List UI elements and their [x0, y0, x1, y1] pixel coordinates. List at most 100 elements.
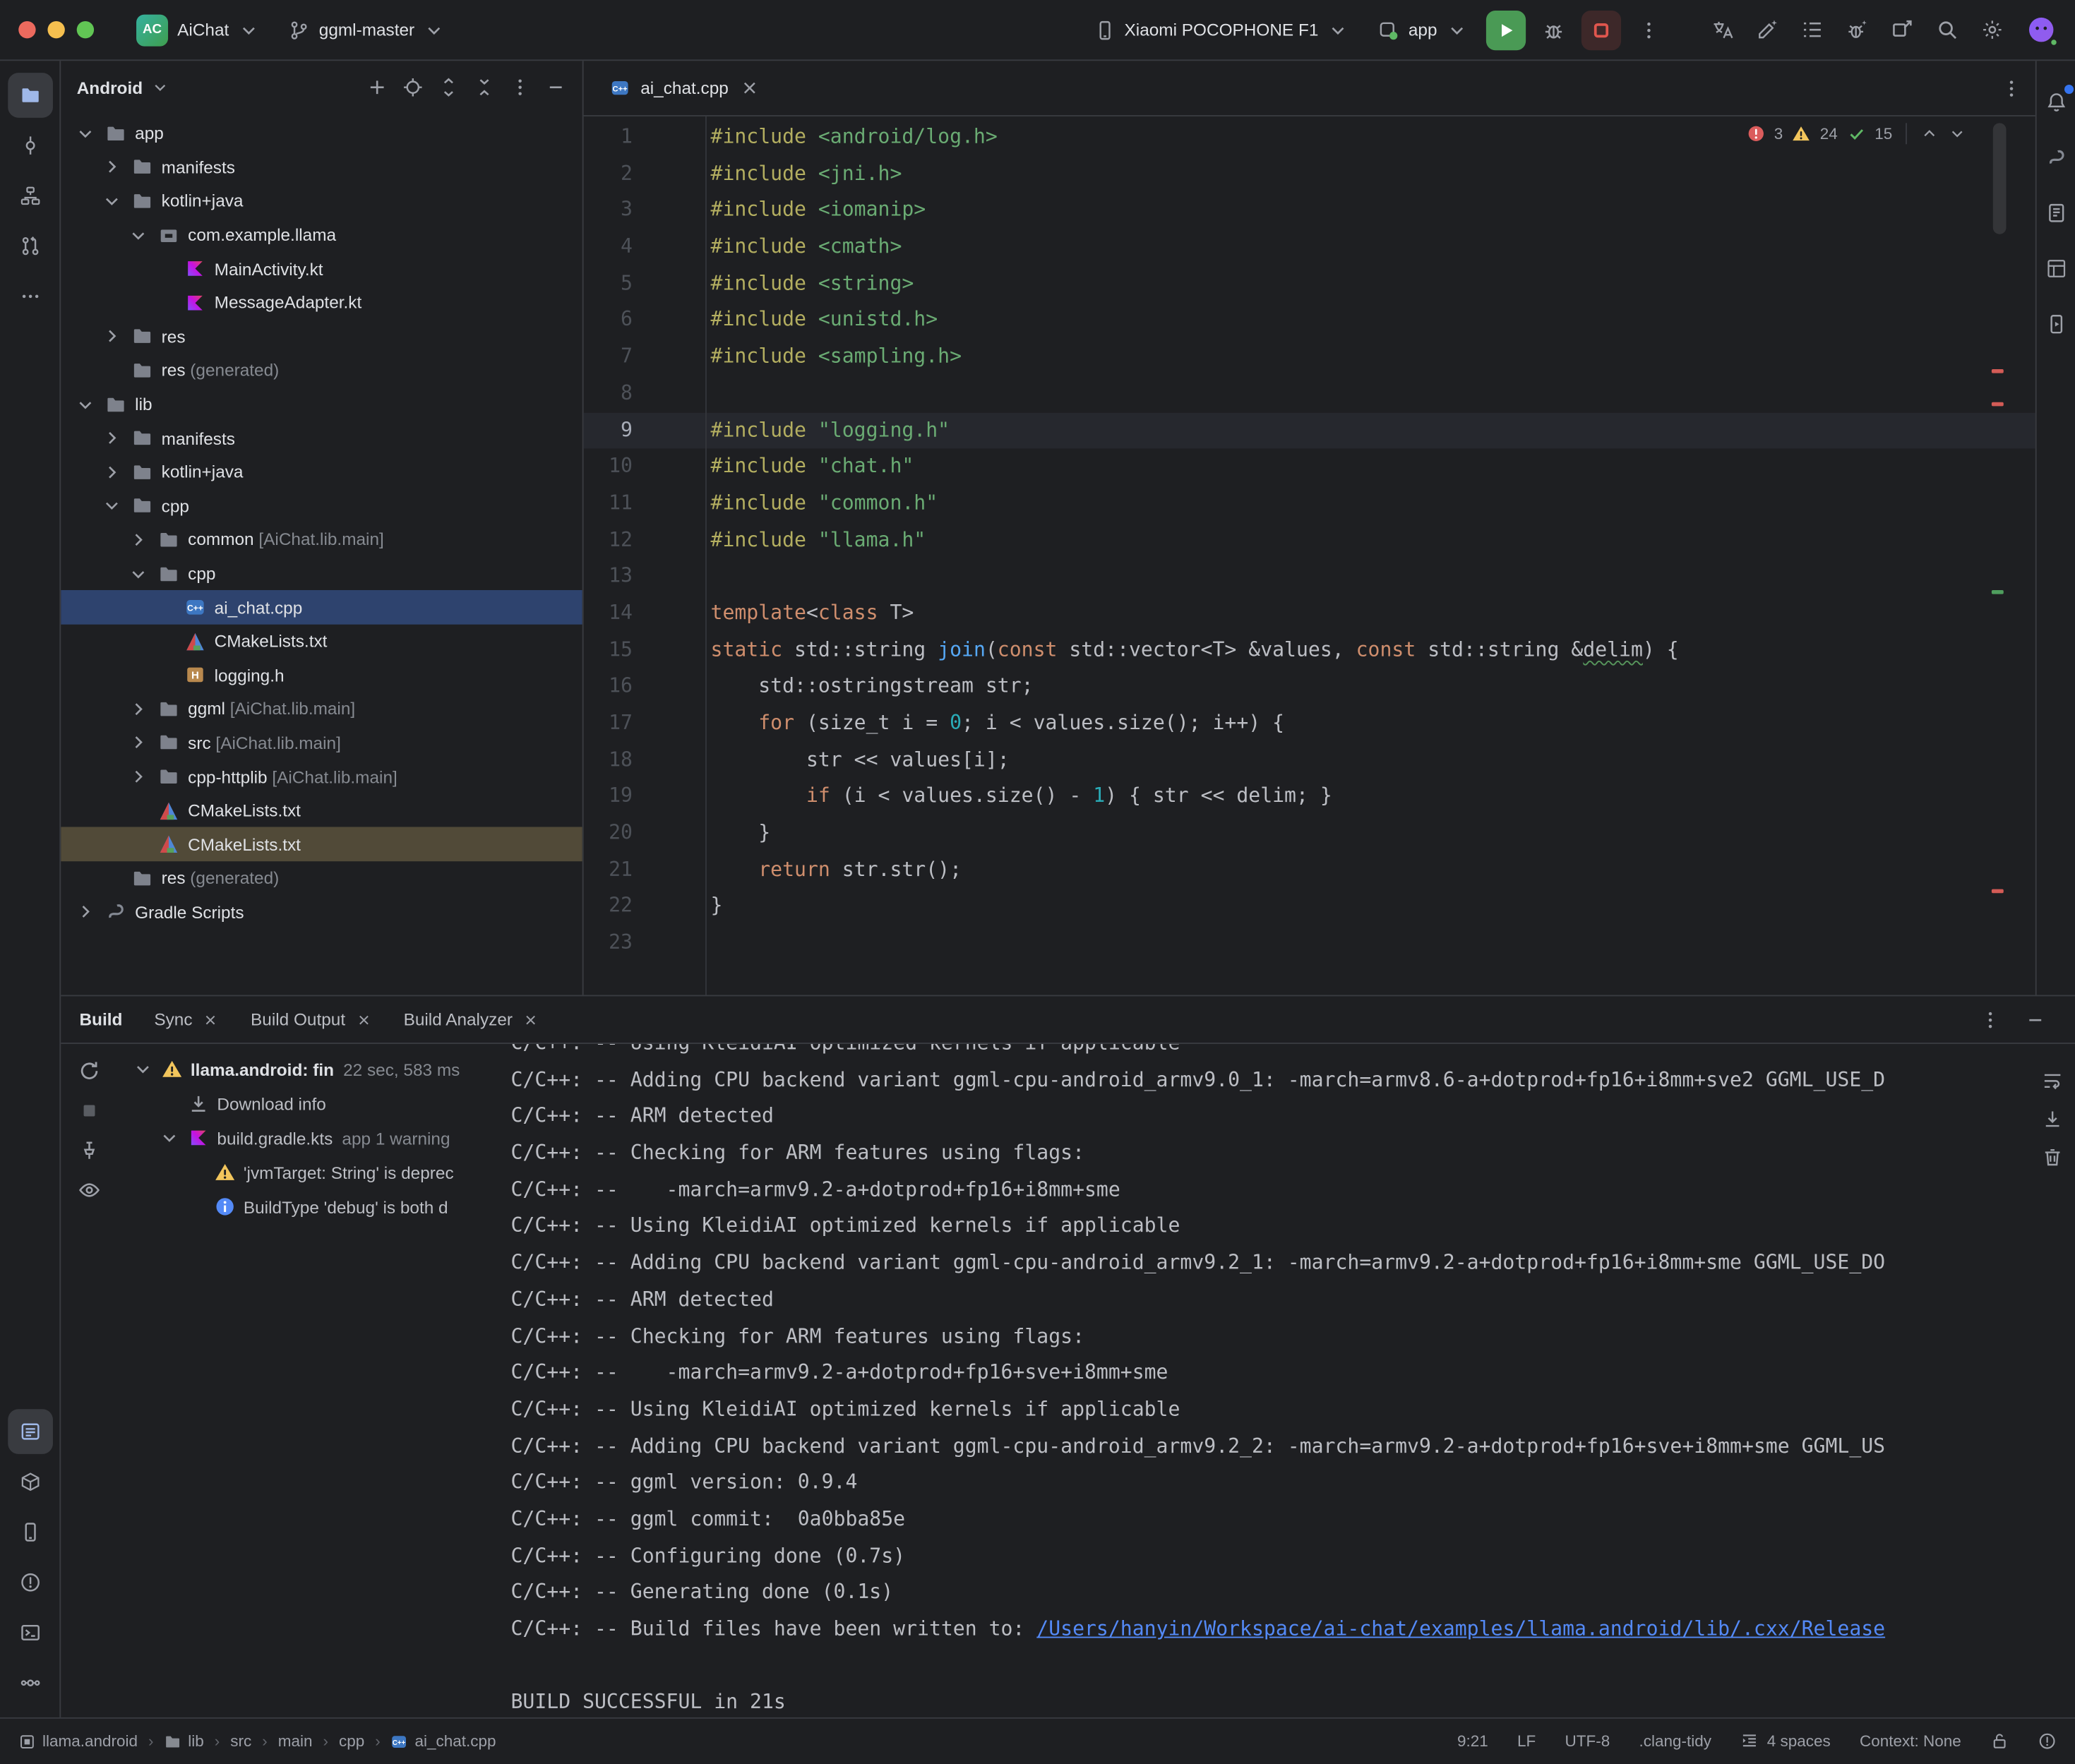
line-number[interactable]: 10: [584, 449, 633, 486]
code-line[interactable]: 9#include "logging.h": [584, 412, 2035, 449]
chevron-down-icon[interactable]: [127, 563, 150, 584]
refresh-button[interactable]: [78, 1060, 100, 1082]
code-line[interactable]: 2#include <jni.h>: [584, 156, 2035, 193]
code-line[interactable]: 7#include <sampling.h>: [584, 339, 2035, 376]
tree-item-ggml[interactable]: ggml [AiChat.lib.main]: [61, 692, 582, 726]
device-manager-button[interactable]: [7, 1510, 52, 1555]
editor-tab-options-button[interactable]: [2001, 78, 2022, 99]
code-line[interactable]: 5#include <string>: [584, 265, 2035, 302]
notifications-button[interactable]: [2040, 86, 2071, 118]
tree-item-res[interactable]: res (generated): [61, 354, 582, 388]
tree-item-res[interactable]: res: [61, 320, 582, 354]
settings-button[interactable]: [1981, 18, 2004, 41]
build-tab-sync[interactable]: Sync: [154, 1009, 219, 1029]
status-lf[interactable]: LF: [1517, 1732, 1536, 1751]
chevron-down-icon[interactable]: [132, 1058, 153, 1079]
structure-button[interactable]: [7, 174, 52, 219]
tree-item-gradle-scripts[interactable]: Gradle Scripts: [61, 895, 582, 929]
chevron-right-icon[interactable]: [127, 529, 150, 551]
previous-problem-icon[interactable]: [1920, 124, 1939, 143]
tree-item-cmakelists-txt[interactable]: CMakeLists.txt: [61, 827, 582, 861]
chevron-right-icon[interactable]: [100, 428, 123, 449]
status-lock-open[interactable]: [1990, 1732, 2009, 1751]
tree-item-res[interactable]: res (generated): [61, 861, 582, 895]
logcat-button[interactable]: [7, 1409, 52, 1454]
status-4-spaces[interactable]: 4 spaces: [1740, 1732, 1831, 1751]
chevron-right-icon[interactable]: [100, 157, 123, 178]
ai-mascot-button[interactable]: [2026, 15, 2057, 45]
hide-button[interactable]: [545, 77, 566, 98]
task-list-button[interactable]: [1801, 18, 1824, 41]
code-line[interactable]: 13: [584, 558, 2035, 595]
line-number[interactable]: 4: [584, 229, 633, 265]
breadcrumb-ai-chat-cpp[interactable]: C++ai_chat.cpp: [391, 1732, 496, 1751]
status-context-none[interactable]: Context: None: [1860, 1732, 1961, 1751]
line-number[interactable]: 19: [584, 779, 633, 815]
tree-item-manifests[interactable]: manifests: [61, 421, 582, 455]
line-number[interactable]: 14: [584, 595, 633, 632]
tree-item-cmakelists-txt[interactable]: CMakeLists.txt: [61, 625, 582, 659]
build-output-path-link[interactable]: /Users/hanyin/Workspace/ai-chat/examples…: [1036, 1616, 1885, 1640]
error-stripe-mark[interactable]: [1992, 889, 2004, 894]
tree-item-common[interactable]: common [AiChat.lib.main]: [61, 523, 582, 557]
code-line[interactable]: 16 std::ostringstream str;: [584, 668, 2035, 705]
chevron-down-icon[interactable]: [100, 191, 123, 212]
tree-item-src[interactable]: src [AiChat.lib.main]: [61, 726, 582, 760]
branch-selector[interactable]: ggml-master: [278, 14, 456, 46]
line-number[interactable]: 3: [584, 192, 633, 229]
code-line[interactable]: 17 for (size_t i = 0; i < values.size();…: [584, 705, 2035, 742]
line-number[interactable]: 5: [584, 265, 633, 302]
line-number[interactable]: 21: [584, 852, 633, 889]
line-number[interactable]: 16: [584, 668, 633, 705]
code-line[interactable]: 11#include "common.h": [584, 486, 2035, 522]
project-selector[interactable]: AC AiChat: [126, 8, 270, 51]
line-number[interactable]: 9: [584, 412, 633, 449]
version-control-button[interactable]: [7, 1660, 52, 1705]
editor-tab-ai-chat-cpp[interactable]: C++ ai_chat.cpp: [597, 61, 772, 115]
eye-button[interactable]: [78, 1179, 100, 1201]
zoom-button[interactable]: [77, 21, 94, 38]
code-line[interactable]: 10#include "chat.h": [584, 449, 2035, 486]
line-number[interactable]: 23: [584, 925, 633, 961]
more-vertical-button[interactable]: [510, 77, 531, 98]
code-line[interactable]: 4#include <cmath>: [584, 229, 2035, 265]
chevron-right-icon[interactable]: [100, 326, 123, 347]
status-inspection-status[interactable]: [2038, 1732, 2057, 1751]
tree-item-app[interactable]: app: [61, 116, 582, 150]
line-number[interactable]: 1: [584, 119, 633, 156]
chevron-down-icon[interactable]: [159, 1127, 180, 1148]
debug-button[interactable]: [1533, 10, 1573, 49]
tree-item-cpp[interactable]: cpp: [61, 489, 582, 523]
code-line[interactable]: 18 str << values[i];: [584, 742, 2035, 779]
tree-item-manifests[interactable]: manifests: [61, 150, 582, 184]
build-cube-button[interactable]: [7, 1459, 52, 1504]
search-everywhere-button[interactable]: [1936, 18, 1959, 41]
ai-edit-button[interactable]: [1756, 18, 1778, 41]
tree-item-cmakelists-txt[interactable]: CMakeLists.txt: [61, 793, 582, 827]
chevron-down-icon[interactable]: [150, 78, 169, 97]
code-line[interactable]: 14template<class T>: [584, 595, 2035, 632]
chevron-right-icon[interactable]: [127, 766, 150, 787]
more-run-actions-button[interactable]: [1629, 10, 1668, 49]
tree-item-kotlin-java[interactable]: kotlin+java: [61, 184, 582, 218]
build-tab-build-output[interactable]: Build Output: [251, 1009, 372, 1029]
code-line[interactable]: 15static std::string join(const std::vec…: [584, 632, 2035, 668]
plus-button[interactable]: [366, 77, 388, 98]
tree-item-cpp[interactable]: cpp: [61, 557, 582, 591]
chevron-right-icon[interactable]: [127, 698, 150, 719]
tree-item-ai-chat-cpp[interactable]: C++ai_chat.cpp: [61, 591, 582, 625]
status-9-21[interactable]: 9:21: [1457, 1732, 1488, 1751]
pull-requests-button[interactable]: [7, 224, 52, 269]
chevron-down-icon[interactable]: [100, 496, 123, 517]
chevron-down-icon[interactable]: [74, 394, 97, 415]
status-clang-tidy[interactable]: .clang-tidy: [1639, 1732, 1711, 1751]
clear-button[interactable]: [2042, 1147, 2063, 1168]
sync-item-build-gradle-kts[interactable]: build.gradle.ktsapp 1 warning: [116, 1121, 503, 1156]
more-vertical-button[interactable]: [1980, 1009, 2001, 1030]
breadcrumb-main[interactable]: main: [278, 1732, 313, 1751]
running-devices-button[interactable]: [2040, 308, 2071, 340]
run-config-selector[interactable]: app: [1368, 14, 1478, 46]
chevron-right-icon[interactable]: [127, 732, 150, 753]
line-number[interactable]: 15: [584, 632, 633, 668]
device-selector[interactable]: Xiaomi POCOPHONE F1: [1083, 14, 1359, 46]
